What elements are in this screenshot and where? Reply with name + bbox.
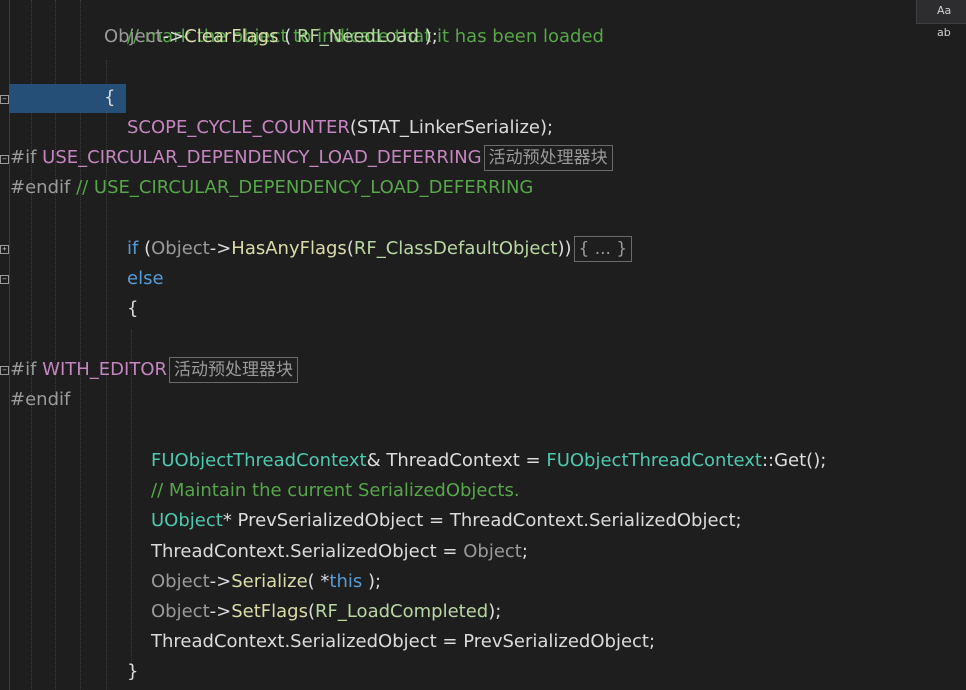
code-line[interactable]: } <box>127 657 138 687</box>
code-token: Object <box>151 238 210 259</box>
code-token: this <box>329 571 363 592</box>
code-token: -> <box>162 26 185 47</box>
code-token: ( <box>346 238 354 259</box>
code-token: Object <box>151 601 210 622</box>
collapsed-block-badge[interactable]: { ... } <box>573 236 633 262</box>
code-token: SCOPE_CYCLE_COUNTER <box>127 117 350 138</box>
fold-expand-icon[interactable]: + <box>0 245 9 254</box>
code-line[interactable]: if (Object->HasAnyFlags(RF_ClassDefaultO… <box>127 234 633 264</box>
code-token: #if <box>10 147 37 168</box>
preprocessor-block-badge[interactable]: 活动预处理器块 <box>483 145 613 171</box>
fold-collapse-icon[interactable]: − <box>0 366 9 375</box>
code-line[interactable]: ThreadContext.SerializedObject = PrevSer… <box>151 627 655 657</box>
code-token: ( <box>138 238 152 259</box>
code-token: SetFlags <box>231 601 308 622</box>
code-comment: // Maintain the current SerializedObject… <box>151 480 520 501</box>
code-token: ); <box>362 571 382 592</box>
code-line[interactable]: FUObjectThreadContext& ThreadContext = F… <box>151 446 826 476</box>
code-token: #if <box>10 359 37 380</box>
code-token: Object <box>463 541 522 562</box>
code-line[interactable]: Object->ClearFlags ( RF_NeedLoad ); <box>104 22 438 52</box>
code-token: RF_ClassDefaultObject <box>353 238 558 259</box>
code-line[interactable]: else <box>127 264 164 294</box>
code-token: & ThreadContext = <box>366 450 547 471</box>
code-line[interactable]: Object->Serialize( *this ); <box>151 567 381 597</box>
find-options-bar[interactable]: Aa ab <box>916 0 966 39</box>
code-token: -> <box>209 601 232 622</box>
code-token: ThreadContext.SerializedObject = <box>151 541 464 562</box>
code-line[interactable]: ThreadContext.SerializedObject = Object; <box>151 537 528 567</box>
code-token: -> <box>209 238 232 259</box>
code-token: else <box>127 268 164 289</box>
code-token: HasAnyFlags <box>231 238 347 259</box>
code-line[interactable]: { <box>104 83 115 113</box>
code-line[interactable]: SCOPE_CYCLE_COUNTER(STAT_LinkerSerialize… <box>127 113 553 143</box>
code-line[interactable]: UObject* PrevSerializedObject = ThreadCo… <box>151 506 742 536</box>
fold-collapse-icon[interactable]: − <box>0 95 9 104</box>
fold-collapse-icon[interactable]: − <box>0 275 9 284</box>
code-token: RF_NeedLoad <box>296 26 420 47</box>
code-token: Object <box>104 26 163 47</box>
code-token: UObject <box>151 510 223 531</box>
code-line[interactable]: { <box>127 294 138 324</box>
code-token: } <box>127 661 139 682</box>
code-token: ); <box>419 26 438 47</box>
code-token: ThreadContext.SerializedObject = PrevSer… <box>151 631 656 652</box>
code-token: ( <box>278 26 297 47</box>
code-editor[interactable]: − − + − − // mark the object to indicate… <box>0 0 966 690</box>
fold-collapse-icon[interactable]: − <box>0 155 9 164</box>
match-word-button[interactable]: ab <box>937 26 951 39</box>
code-token: Object <box>151 571 210 592</box>
code-token: { <box>104 87 116 108</box>
code-token: RF_LoadCompleted <box>314 601 489 622</box>
code-line[interactable]: #endif <box>10 385 70 415</box>
code-line[interactable]: // Maintain the current SerializedObject… <box>151 476 520 506</box>
code-comment: // USE_CIRCULAR_DEPENDENCY_LOAD_DEFERRIN… <box>76 177 534 198</box>
code-token: Serialize <box>231 571 308 592</box>
code-token: { <box>127 298 139 319</box>
code-line[interactable]: Object->SetFlags(RF_LoadCompleted); <box>151 597 501 627</box>
match-case-button[interactable]: Aa <box>937 4 951 17</box>
code-token: (STAT_LinkerSerialize); <box>349 117 554 138</box>
code-token: ::Get(); <box>761 450 827 471</box>
code-token: )) <box>557 238 572 259</box>
code-token: FUObjectThreadContext <box>151 450 367 471</box>
code-token: ); <box>488 601 502 622</box>
code-line[interactable]: #if WITH_EDITOR 活动预处理器块 <box>10 355 299 385</box>
code-token: ClearFlags <box>184 26 279 47</box>
code-token: ( <box>307 601 315 622</box>
code-token: USE_CIRCULAR_DEPENDENCY_LOAD_DEFERRING <box>42 147 482 168</box>
code-token: WITH_EDITOR <box>42 359 168 380</box>
code-token: FUObjectThreadContext <box>546 450 762 471</box>
code-token: * PrevSerializedObject = ThreadContext.S… <box>222 510 742 531</box>
code-token: #endif <box>10 177 71 198</box>
code-token: ; <box>521 541 528 562</box>
code-token: -> <box>209 571 232 592</box>
code-line[interactable]: #endif // USE_CIRCULAR_DEPENDENCY_LOAD_D… <box>10 173 533 203</box>
code-line[interactable]: // mark the object to indicate that it h… <box>104 0 604 47</box>
preprocessor-block-badge[interactable]: 活动预处理器块 <box>169 357 299 383</box>
code-line[interactable]: #if USE_CIRCULAR_DEPENDENCY_LOAD_DEFERRI… <box>10 143 613 173</box>
code-token: if <box>127 238 139 259</box>
code-token: ( * <box>307 571 330 592</box>
code-token: #endif <box>10 389 71 410</box>
